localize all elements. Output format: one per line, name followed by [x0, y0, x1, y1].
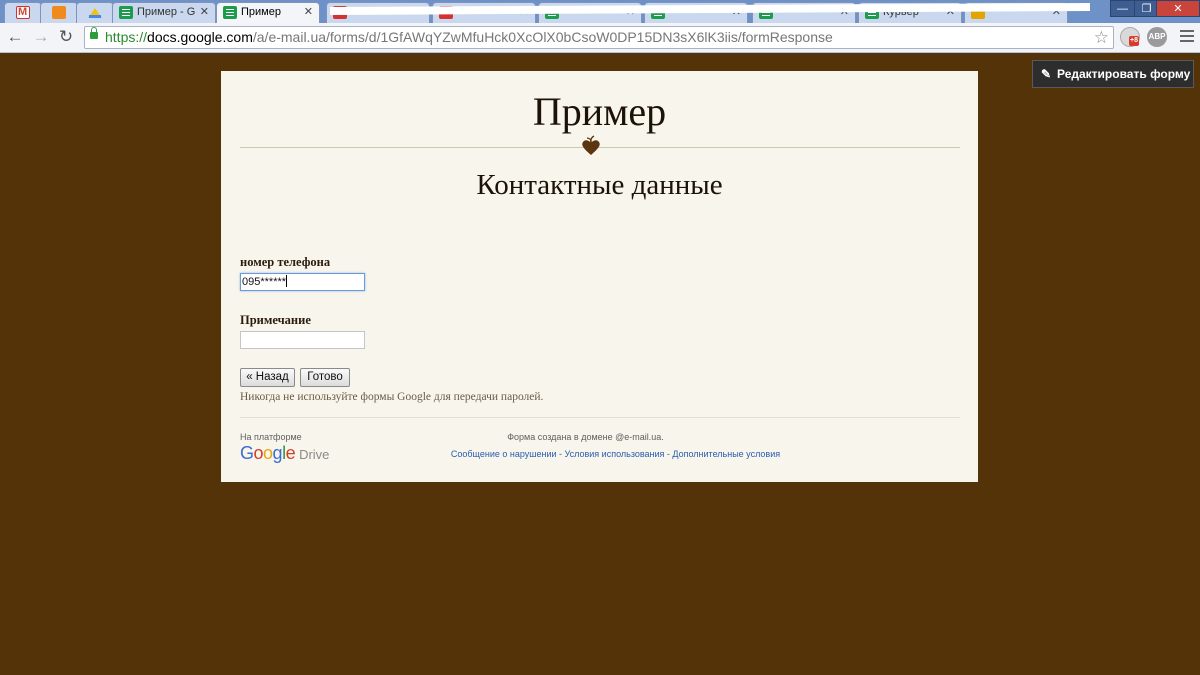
- reload-icon[interactable]: ↻: [55, 26, 77, 48]
- form-panel: Пример Контактные данные номер телефона …: [221, 71, 978, 482]
- terms-link[interactable]: Условия использования: [565, 449, 665, 459]
- url-scheme: https://: [105, 29, 148, 45]
- edit-form-button[interactable]: ✎ Редактировать форму: [1032, 60, 1194, 88]
- adblock-label: ABP: [1148, 32, 1166, 41]
- phone-input[interactable]: 095******: [240, 273, 365, 291]
- back-arrow-icon[interactable]: ←: [4, 26, 26, 48]
- text-cursor: [286, 275, 288, 287]
- phone-value: 095******: [242, 276, 287, 288]
- close-icon[interactable]: ✕: [200, 3, 209, 22]
- tab-drive[interactable]: [76, 2, 114, 23]
- edit-form-label: Редактировать форму: [1057, 67, 1191, 81]
- bookmark-star-icon[interactable]: ☆: [1094, 27, 1109, 48]
- password-warning: Никогда не используйте формы Google для …: [240, 391, 544, 403]
- additional-terms-link[interactable]: Дополнительные условия: [672, 449, 780, 459]
- form-title: Пример: [532, 89, 667, 134]
- close-window-button[interactable]: ✕: [1156, 0, 1200, 17]
- tab-strip: Пример - G ✕ Пример ✕ ✕ ✕ ✕ ✕ ✕ Курьер ✕…: [0, 0, 1200, 23]
- forward-arrow-icon[interactable]: →: [30, 26, 52, 48]
- orange-app-icon: [52, 6, 66, 19]
- back-button[interactable]: « Назад: [240, 368, 295, 387]
- browser-toolbar: ← → ↻ https://docs.google.com/a/e-mail.u…: [0, 23, 1200, 53]
- tab-title: Пример - G: [137, 6, 196, 18]
- sheets-icon: [119, 6, 133, 19]
- footer-divider: [240, 417, 960, 418]
- menu-icon[interactable]: [1180, 30, 1194, 42]
- domain-note: Форма создана в домене @e-mail.ua.: [507, 432, 664, 442]
- note-label: Примечание: [240, 313, 311, 327]
- url-path: /a/e-mail.ua/forms/d/1GfAWqYZwMfuHck0XcO…: [252, 29, 833, 45]
- report-abuse-link[interactable]: Сообщение о нарушении: [451, 449, 557, 459]
- footer-links: Сообщение о нарушении - Условия использо…: [221, 449, 1010, 459]
- url-text: https://docs.google.com/a/e-mail.ua/form…: [105, 29, 833, 46]
- minimize-button[interactable]: —: [1110, 0, 1135, 17]
- drive-icon: [88, 6, 102, 19]
- tab-pinned-app[interactable]: [40, 2, 78, 23]
- address-bar[interactable]: https://docs.google.com/a/e-mail.ua/form…: [84, 26, 1114, 49]
- note-input[interactable]: [240, 331, 365, 349]
- adblock-icon[interactable]: ABP: [1147, 27, 1167, 47]
- extension-badge: +8: [1129, 36, 1139, 46]
- submit-button[interactable]: Готово: [300, 368, 350, 387]
- lock-icon: [90, 27, 98, 39]
- tab-forms-edit[interactable]: Пример - G ✕: [112, 2, 216, 23]
- tab-title: Пример: [241, 6, 281, 18]
- extension-icon[interactable]: +8: [1120, 27, 1140, 47]
- tab-gmail[interactable]: [4, 2, 42, 23]
- close-icon[interactable]: ✕: [304, 3, 313, 22]
- phone-label: номер телефона: [240, 255, 331, 269]
- link-separator: -: [556, 449, 565, 459]
- gmail-icon: [16, 3, 30, 22]
- tab-forms-active[interactable]: Пример ✕: [216, 2, 320, 23]
- heart-ornament-icon: [582, 135, 600, 155]
- url-host: docs.google.com: [147, 29, 253, 45]
- section-title: Контактные данные: [476, 169, 723, 201]
- pencil-icon: ✎: [1041, 67, 1052, 81]
- sheets-icon: [223, 6, 237, 19]
